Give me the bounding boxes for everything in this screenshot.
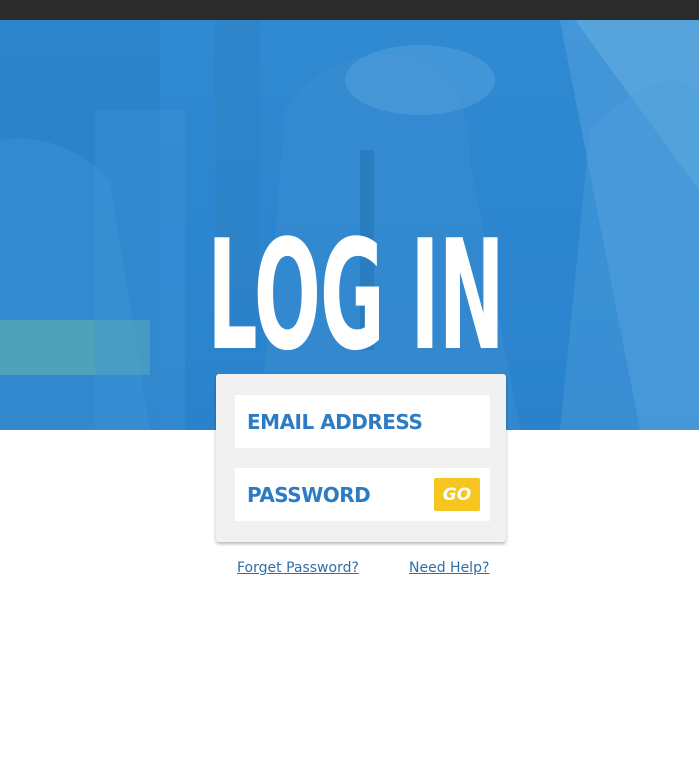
need-help-link[interactable]: Need Help? bbox=[409, 560, 489, 576]
top-bar bbox=[0, 0, 699, 20]
login-form-card: GO bbox=[216, 374, 506, 542]
help-links: Forget Password? Need Help? bbox=[0, 560, 699, 580]
email-field[interactable] bbox=[235, 395, 490, 448]
forgot-password-link[interactable]: Forget Password? bbox=[237, 560, 359, 576]
go-button[interactable]: GO bbox=[434, 478, 480, 511]
hero-banner: LOG IN bbox=[0, 20, 699, 430]
page-title: LOG IN bbox=[207, 207, 504, 384]
